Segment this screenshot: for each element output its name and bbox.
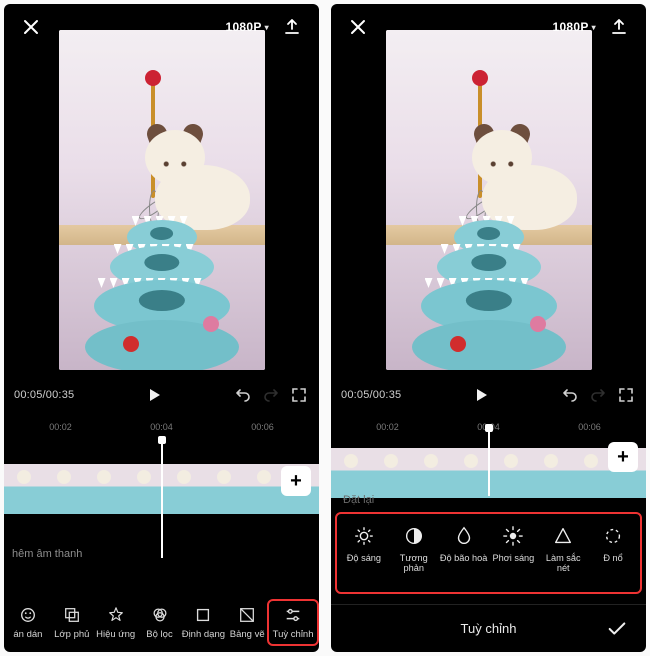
resolution-button[interactable]: 1080P ▾ xyxy=(225,20,269,34)
redo-icon[interactable] xyxy=(588,385,608,405)
redo-icon[interactable] xyxy=(261,385,281,405)
video-preview[interactable] xyxy=(59,30,265,370)
timeline[interactable]: 00:0200:0400:06 + xyxy=(4,420,319,530)
phone-right: 1080P ▾ 00:05/00:35 xyxy=(331,4,646,652)
adjust-contrast[interactable]: Tương phản xyxy=(389,524,439,573)
tool-effects[interactable]: Hiệu ứng xyxy=(94,605,138,640)
filter-icon xyxy=(150,605,170,625)
playhead[interactable] xyxy=(488,426,490,496)
video-preview[interactable] xyxy=(386,30,592,370)
add-clip-button[interactable]: + xyxy=(281,466,311,496)
confirm-check-icon[interactable] xyxy=(606,618,628,640)
tool-canvas[interactable]: Bảng vẽ xyxy=(225,605,269,640)
canvas-icon xyxy=(237,605,257,625)
bottom-toolbar: án dán Lớp phủ Hiệu ứng Bộ lọc Định dạng… xyxy=(4,592,319,652)
time-display: 00:05/00:35 xyxy=(341,389,401,401)
adjust-exposure[interactable]: Phơi sáng xyxy=(488,524,538,563)
tool-overlay[interactable]: Lớp phủ xyxy=(50,605,94,640)
chevron-down-icon: ▾ xyxy=(265,23,269,32)
sharpen-icon xyxy=(551,524,575,548)
exposure-icon xyxy=(501,524,525,548)
timeline[interactable]: 00:0200:0400:06 + xyxy=(331,420,646,510)
tool-format[interactable]: Định dạng xyxy=(181,605,225,640)
play-icon[interactable] xyxy=(144,385,164,405)
fullscreen-icon[interactable] xyxy=(616,385,636,405)
overlay-icon xyxy=(62,605,82,625)
preview-illustration xyxy=(59,30,265,370)
chevron-down-icon: ▾ xyxy=(592,23,596,32)
panel-title: Tuỳ chỉnh xyxy=(461,621,517,636)
topbar: 1080P ▾ xyxy=(331,4,646,50)
highlight-icon xyxy=(601,524,625,548)
adjust-sharpen[interactable]: Làm sắc nét xyxy=(538,524,588,573)
playhead[interactable] xyxy=(161,438,163,558)
undo-icon[interactable] xyxy=(560,385,580,405)
adjust-saturation[interactable]: Độ bão hoà xyxy=(439,524,489,563)
tool-filter[interactable]: Bộ lọc xyxy=(138,605,182,640)
resolution-label: 1080P xyxy=(225,20,261,34)
resolution-label: 1080P xyxy=(552,20,588,34)
tool-adjust[interactable]: Tuỳ chỉnh xyxy=(269,601,317,644)
phone-left: 1080P ▾ 00:05/00:35 xyxy=(4,4,319,652)
reset-label[interactable]: Đặt lại xyxy=(343,494,374,506)
playback-bar: 00:05/00:35 xyxy=(331,380,646,410)
topbar: 1080P ▾ xyxy=(4,4,319,50)
close-icon[interactable] xyxy=(345,14,371,40)
adjust-brightness[interactable]: Độ sáng xyxy=(339,524,389,563)
play-icon[interactable] xyxy=(471,385,491,405)
tool-sticker[interactable]: án dán xyxy=(6,605,50,640)
adjust-more[interactable]: Đ nổ xyxy=(588,524,638,563)
fullscreen-icon[interactable] xyxy=(289,385,309,405)
add-audio-hint[interactable]: hêm âm thanh xyxy=(4,542,90,566)
format-icon xyxy=(193,605,213,625)
sticker-icon xyxy=(18,605,38,625)
adjust-icon xyxy=(283,605,303,625)
saturation-icon xyxy=(452,524,476,548)
adjust-toolbar: Độ sáng Tương phản Độ bão hoà Phơi sáng … xyxy=(337,514,640,592)
preview-illustration xyxy=(386,30,592,370)
time-display: 00:05/00:35 xyxy=(14,389,74,401)
close-icon[interactable] xyxy=(18,14,44,40)
resolution-button[interactable]: 1080P ▾ xyxy=(552,20,596,34)
undo-icon[interactable] xyxy=(233,385,253,405)
contrast-icon xyxy=(402,524,426,548)
export-icon[interactable] xyxy=(279,14,305,40)
export-icon[interactable] xyxy=(606,14,632,40)
brightness-icon xyxy=(352,524,376,548)
timeline-ticks: 00:0200:0400:06 xyxy=(4,422,319,436)
playback-bar: 00:05/00:35 xyxy=(4,380,319,410)
confirm-bar: Tuỳ chỉnh xyxy=(331,604,646,652)
effects-icon xyxy=(106,605,126,625)
add-clip-button[interactable]: + xyxy=(608,442,638,472)
